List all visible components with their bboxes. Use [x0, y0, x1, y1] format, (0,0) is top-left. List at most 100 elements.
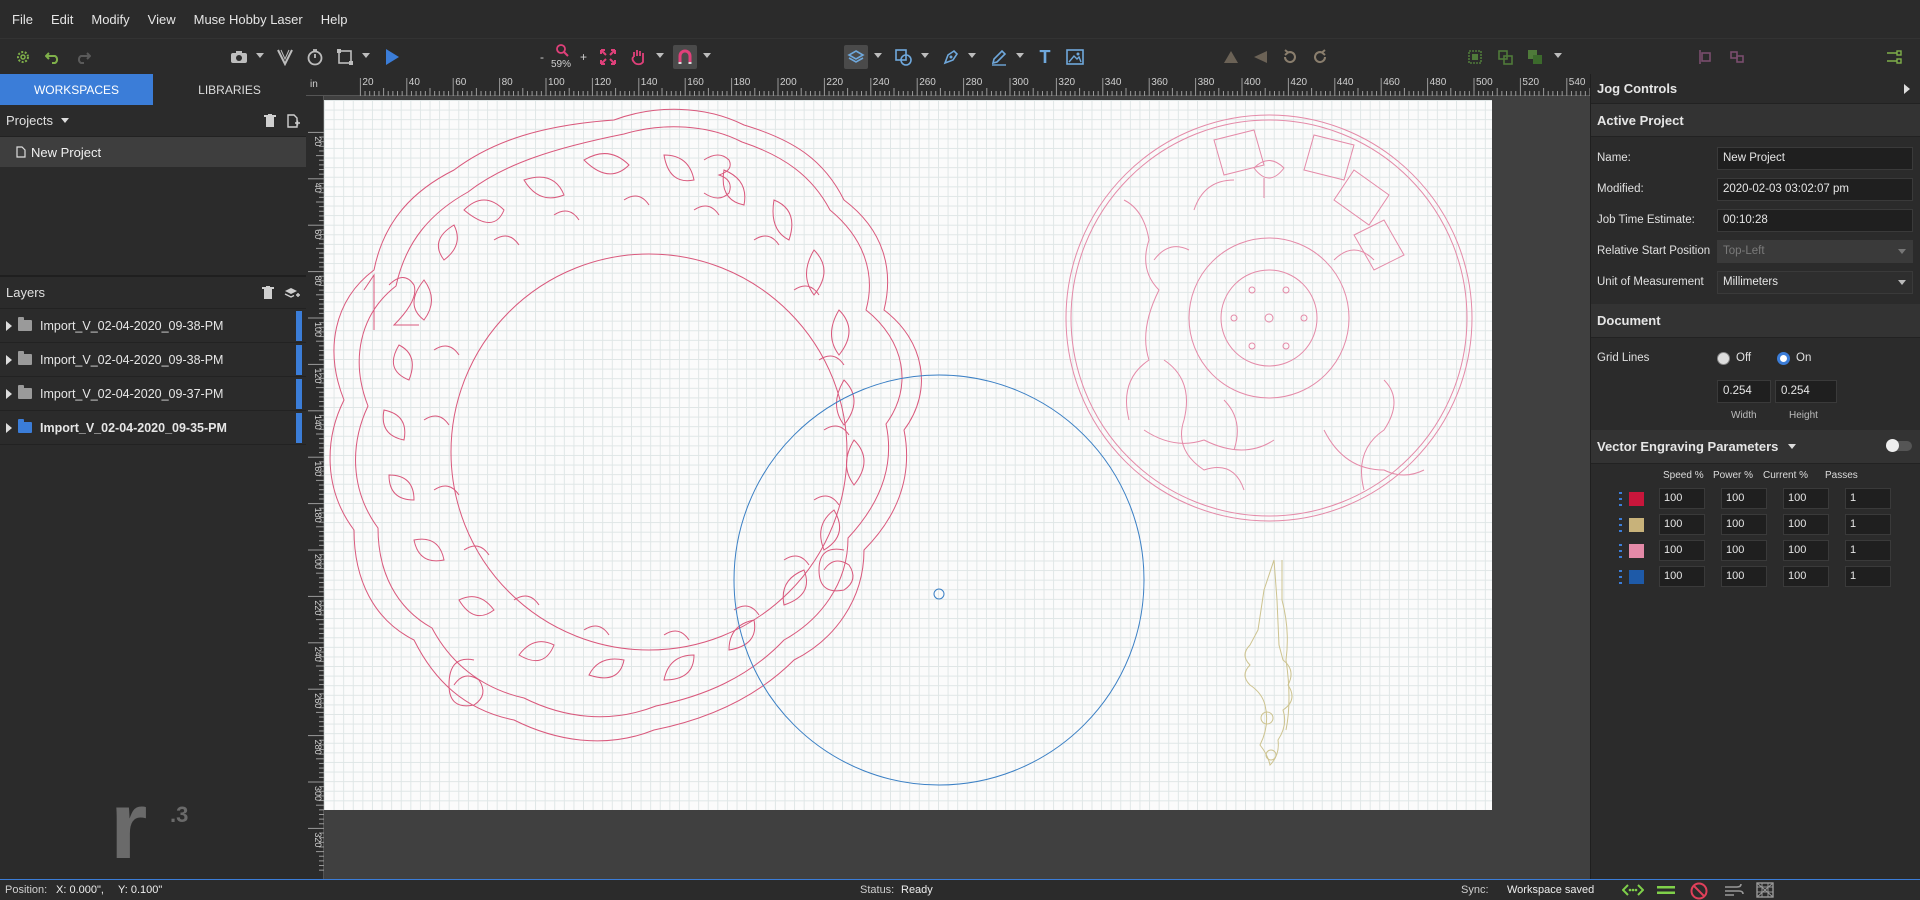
- layer-item[interactable]: Import_V_02-04-2020_09-38-PM: [0, 343, 306, 377]
- current-input[interactable]: 100: [1783, 566, 1829, 587]
- camera-dropdown-caret[interactable]: [256, 53, 264, 58]
- pen-tool-button[interactable]: [940, 45, 962, 69]
- power-input[interactable]: 100: [1721, 566, 1767, 587]
- frame-button[interactable]: [334, 45, 356, 69]
- speed-input[interactable]: 100: [1659, 540, 1705, 561]
- group-button[interactable]: [1464, 45, 1486, 69]
- menu-view[interactable]: View: [148, 12, 176, 27]
- passes-input[interactable]: 1: [1845, 566, 1891, 587]
- pan-dropdown-caret[interactable]: [656, 53, 664, 58]
- layer-visibility-bar[interactable]: [296, 413, 302, 443]
- power-input[interactable]: 100: [1721, 488, 1767, 509]
- trace-vector-button[interactable]: [274, 45, 296, 69]
- speed-input[interactable]: 100: [1659, 514, 1705, 535]
- drag-handle-icon[interactable]: [1619, 570, 1622, 584]
- drag-handle-icon[interactable]: [1619, 518, 1622, 532]
- line-dropdown-caret[interactable]: [1016, 53, 1024, 58]
- tab-workspaces[interactable]: WORKSPACES: [0, 74, 153, 105]
- clock-hand-shape[interactable]: [1244, 559, 1293, 767]
- expand-triangle-icon[interactable]: [6, 388, 12, 399]
- zoom-button[interactable]: [553, 41, 571, 59]
- unit-select[interactable]: Millimeters: [1717, 271, 1913, 294]
- new-file-icon[interactable]: [286, 114, 300, 128]
- layer-item[interactable]: Import_V_02-04-2020_09-37-PM: [0, 377, 306, 411]
- layer-visibility-bar[interactable]: [296, 345, 302, 375]
- code-brackets-icon[interactable]: [1622, 882, 1644, 898]
- expand-triangle-icon[interactable]: [6, 354, 12, 365]
- redo-button[interactable]: [72, 45, 94, 69]
- connection-bars-icon[interactable]: [1656, 883, 1676, 897]
- passes-input[interactable]: 1: [1845, 488, 1891, 509]
- align-button[interactable]: [1696, 45, 1718, 69]
- tab-libraries[interactable]: LIBRARIES: [153, 74, 306, 105]
- no-laser-icon[interactable]: [1690, 882, 1708, 900]
- passes-input[interactable]: 1: [1845, 540, 1891, 561]
- shapes-dropdown-caret[interactable]: [921, 53, 929, 58]
- ornate-clock-ring[interactable]: [329, 108, 922, 742]
- zoom-out-label[interactable]: -: [540, 50, 544, 64]
- grid-pattern-icon[interactable]: [1756, 882, 1774, 898]
- expand-triangle-icon[interactable]: [6, 422, 12, 433]
- jog-controls-header[interactable]: Jog Controls: [1591, 74, 1920, 104]
- drag-handle-icon[interactable]: [1619, 544, 1622, 558]
- air-assist-icon[interactable]: [1724, 882, 1744, 898]
- menu-file[interactable]: File: [12, 12, 33, 27]
- trash-icon[interactable]: [262, 286, 274, 300]
- add-layer-icon[interactable]: [284, 286, 300, 300]
- jog-expand-arrow-icon[interactable]: [1904, 84, 1910, 94]
- arrange-panel-button[interactable]: [1882, 45, 1906, 69]
- alice-clock-design[interactable]: [1065, 114, 1473, 522]
- layer-visibility-bar[interactable]: [296, 379, 302, 409]
- pen-dropdown-caret[interactable]: [968, 53, 976, 58]
- undo-button[interactable]: [42, 45, 64, 69]
- snap-dropdown-caret[interactable]: [703, 53, 711, 58]
- menu-edit[interactable]: Edit: [51, 12, 73, 27]
- power-input[interactable]: 100: [1721, 540, 1767, 561]
- expand-triangle-icon[interactable]: [6, 320, 12, 331]
- design-artwork[interactable]: [324, 100, 1492, 810]
- start-position-select[interactable]: Top-Left: [1717, 240, 1913, 263]
- boolean-dropdown-caret[interactable]: [1554, 53, 1562, 58]
- workspace-bed[interactable]: [324, 100, 1492, 810]
- trash-icon[interactable]: [264, 114, 276, 128]
- select-dropdown-caret[interactable]: [874, 53, 882, 58]
- project-item-new-project[interactable]: New Project: [0, 137, 306, 167]
- timer-button[interactable]: [304, 45, 326, 69]
- grid-width-input[interactable]: 0.254: [1717, 380, 1771, 403]
- boolean-button[interactable]: [1524, 45, 1546, 69]
- speed-input[interactable]: 100: [1659, 488, 1705, 509]
- current-input[interactable]: 100: [1783, 540, 1829, 561]
- vector-params-dropdown-caret[interactable]: [1788, 444, 1797, 449]
- frame-dropdown-caret[interactable]: [362, 53, 370, 58]
- zoom-in-label[interactable]: +: [580, 50, 587, 64]
- canvas-area[interactable]: [324, 96, 1590, 879]
- rotate-ccw-button[interactable]: [1279, 45, 1301, 69]
- layer-item[interactable]: Import_V_02-04-2020_09-38-PM: [0, 309, 306, 343]
- rotate-cw-button[interactable]: [1309, 45, 1331, 69]
- name-input[interactable]: New Project: [1717, 147, 1913, 170]
- camera-button[interactable]: [228, 45, 250, 69]
- mirror-tool-button[interactable]: [1220, 45, 1242, 69]
- power-input[interactable]: 100: [1721, 514, 1767, 535]
- drag-handle-icon[interactable]: [1619, 492, 1622, 506]
- speed-input[interactable]: 100: [1659, 566, 1705, 587]
- select-tool-button[interactable]: [844, 45, 868, 69]
- current-input[interactable]: 100: [1783, 514, 1829, 535]
- menu-help[interactable]: Help: [321, 12, 348, 27]
- settings-gear-button[interactable]: [12, 45, 34, 69]
- grid-on-radio[interactable]: [1777, 352, 1790, 365]
- draw-line-button[interactable]: [988, 45, 1010, 69]
- distribute-button[interactable]: [1726, 45, 1748, 69]
- snap-magnet-button[interactable]: [673, 45, 697, 69]
- layer-item[interactable]: Import_V_02-04-2020_09-35-PM: [0, 411, 306, 445]
- layer-visibility-bar[interactable]: [296, 311, 302, 341]
- passes-input[interactable]: 1: [1845, 514, 1891, 535]
- menu-modify[interactable]: Modify: [91, 12, 129, 27]
- start-job-button[interactable]: [381, 45, 403, 69]
- menu-muse-hobby-laser[interactable]: Muse Hobby Laser: [194, 12, 303, 27]
- blue-circle-shape[interactable]: [733, 374, 1145, 786]
- import-image-button[interactable]: [1064, 45, 1086, 69]
- shapes-tool-button[interactable]: [892, 45, 914, 69]
- grid-off-radio[interactable]: [1717, 352, 1730, 365]
- current-input[interactable]: 100: [1783, 488, 1829, 509]
